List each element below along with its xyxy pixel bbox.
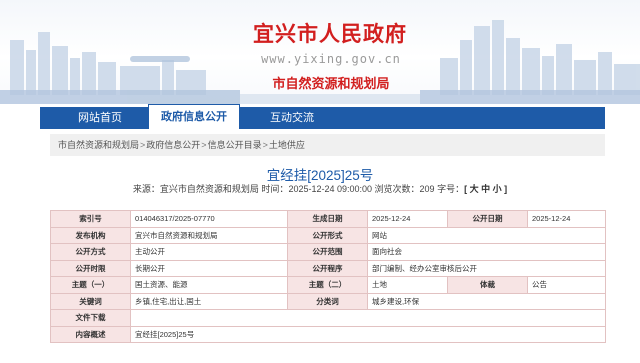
font-size-label: 字号： bbox=[437, 184, 465, 194]
breadcrumb: 市自然资源和规划局>政府信息公开>信息公开目录>土地供应 bbox=[50, 134, 605, 156]
site-title: 宜兴市人民政府 bbox=[253, 21, 407, 46]
period-value: 长期公开 bbox=[130, 259, 288, 277]
subject1-value: 国土资源、能源 bbox=[130, 276, 288, 294]
keywords-value: 乡镇,住宅,出让,国土 bbox=[130, 292, 288, 310]
subject1-label: 主题（一） bbox=[50, 276, 131, 294]
source-value: 宜兴市自然资源和规划局 bbox=[159, 184, 259, 194]
gen-date-label: 生成日期 bbox=[287, 210, 368, 228]
document-title: 宜经挂[2025]25号 bbox=[266, 168, 374, 183]
table-row: 索引号 014046317/2025-07770 生成日期 2025-12-24… bbox=[50, 210, 606, 228]
index-no-value: 014046317/2025-07770 bbox=[130, 210, 288, 228]
publish-method-label: 公开方式 bbox=[50, 243, 131, 261]
gen-date-value: 2025-12-24 bbox=[367, 210, 448, 228]
table-row: 内容概述 宜经挂[2025]25号 bbox=[50, 325, 606, 343]
views-value: 209 bbox=[419, 184, 435, 194]
publish-method-value: 主动公开 bbox=[130, 243, 288, 261]
main-nav: 网站首页 政府信息公开 互动交流 bbox=[40, 104, 605, 129]
genre-label: 体裁 bbox=[447, 276, 528, 294]
breadcrumb-item-catalog[interactable]: 信息公开目录 bbox=[208, 140, 262, 150]
table-row: 文件下载 bbox=[50, 309, 606, 327]
breadcrumb-separator: > bbox=[201, 140, 207, 150]
document-info-table: 索引号 014046317/2025-07770 生成日期 2025-12-24… bbox=[50, 210, 606, 343]
nav-home[interactable]: 网站首页 bbox=[60, 107, 140, 129]
table-row: 公开时限 长期公开 公开程序 部门编制、经办公室审核后公开 bbox=[50, 259, 606, 277]
document-meta: 来源：宜兴市自然资源和规划局 时间：2025-12-24 09:00:00 浏览… bbox=[130, 182, 510, 195]
publish-org-label: 发布机构 bbox=[50, 226, 131, 244]
views-label: 浏览次数： bbox=[374, 184, 420, 194]
table-row: 公开方式 主动公开 公开范围 面向社会 bbox=[50, 243, 606, 261]
summary-value: 宜经挂[2025]25号 bbox=[130, 325, 606, 343]
breadcrumb-item-land-supply[interactable]: 土地供应 bbox=[269, 140, 305, 150]
summary-label: 内容概述 bbox=[50, 325, 131, 343]
index-no-label: 索引号 bbox=[50, 210, 131, 228]
doc-no-value[interactable] bbox=[130, 309, 606, 327]
form-value: 网站 bbox=[367, 226, 606, 244]
table-row: 发布机构 宜兴市自然资源和规划局 公开形式 网站 bbox=[50, 226, 606, 244]
header-banner: 宜兴市人民政府 www.yixing.gov.cn 市自然资源和规划局 bbox=[0, 0, 640, 104]
source-label: 来源： bbox=[132, 184, 160, 194]
genre-value: 公告 bbox=[527, 276, 606, 294]
form-label: 公开形式 bbox=[287, 226, 368, 244]
doc-no-label: 文件下载 bbox=[50, 309, 131, 327]
breadcrumb-item-bureau[interactable]: 市自然资源和规划局 bbox=[58, 140, 139, 150]
table-row: 主题（一） 国土资源、能源 主题（二） 土地 体裁 公告 bbox=[50, 276, 606, 294]
keywords-label: 关键词 bbox=[50, 292, 131, 310]
procedure-value: 部门编制、经办公室审核后公开 bbox=[367, 259, 606, 277]
subject2-value: 土地 bbox=[367, 276, 448, 294]
time-value: 2025-12-24 09:00:00 bbox=[288, 184, 373, 194]
breadcrumb-separator: > bbox=[262, 140, 268, 150]
scope-label: 公开范围 bbox=[287, 243, 368, 261]
procedure-label: 公开程序 bbox=[287, 259, 368, 277]
category-label: 分类词 bbox=[287, 292, 368, 310]
table-row: 关键词 乡镇,住宅,出让,国土 分类词 城乡建设,环保 bbox=[50, 292, 606, 310]
time-label: 时间： bbox=[261, 184, 289, 194]
department-name: 市自然资源和规划局 bbox=[272, 77, 390, 92]
nav-gov-info-public[interactable]: 政府信息公开 bbox=[148, 104, 240, 129]
subject2-label: 主题（二） bbox=[287, 276, 368, 294]
publish-org-value: 宜兴市自然资源和规划局 bbox=[130, 226, 288, 244]
site-url: www.yixing.gov.cn bbox=[261, 52, 401, 66]
pub-date-value: 2025-12-24 bbox=[527, 210, 606, 228]
pub-date-label: 公开日期 bbox=[447, 210, 528, 228]
category-value: 城乡建设,环保 bbox=[367, 292, 606, 310]
font-size-switcher[interactable]: [ 大 中 小 ] bbox=[464, 184, 507, 194]
scope-value: 面向社会 bbox=[367, 243, 606, 261]
period-label: 公开时限 bbox=[50, 259, 131, 277]
breadcrumb-item-gov-info[interactable]: 政府信息公开 bbox=[146, 140, 200, 150]
nav-interaction[interactable]: 互动交流 bbox=[252, 107, 332, 129]
